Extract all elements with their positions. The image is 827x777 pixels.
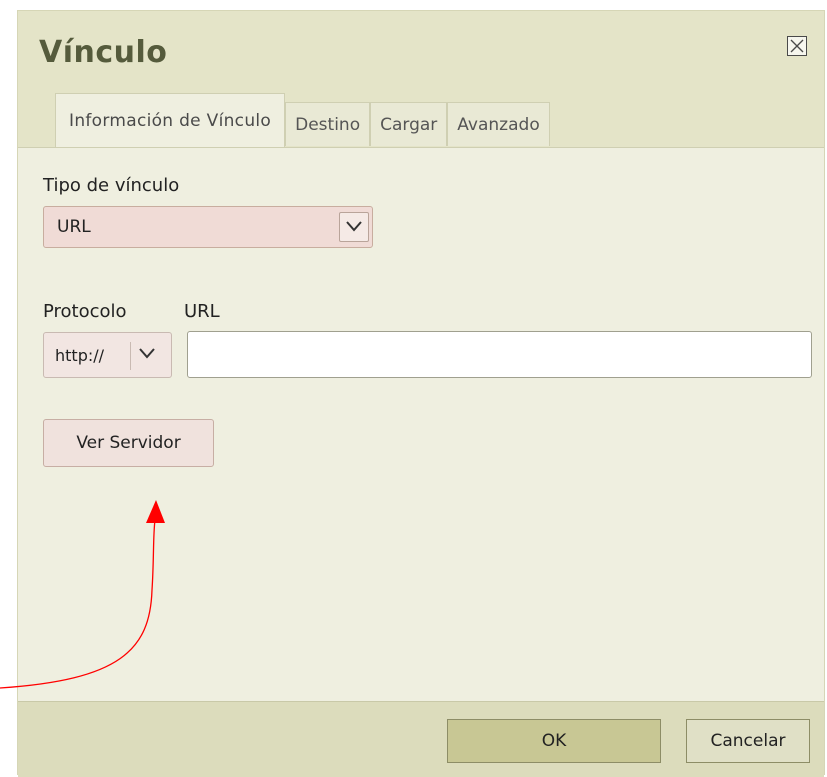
cancel-button[interactable]: Cancelar <box>686 719 810 763</box>
browse-server-button[interactable]: Ver Servidor <box>43 419 214 467</box>
chevron-down-icon <box>139 348 155 359</box>
select-divider <box>130 342 131 370</box>
dialog-tabs: Información de Vínculo Destino Cargar Av… <box>55 93 550 147</box>
tab-target[interactable]: Destino <box>285 102 371 146</box>
link-dialog: Vínculo Información de Vínculo Destino C… <box>17 10 825 777</box>
close-button[interactable] <box>787 36 807 56</box>
ok-button[interactable]: OK <box>447 719 661 763</box>
chevron-down-icon <box>346 221 362 232</box>
protocol-value: http:// <box>55 346 105 365</box>
dialog-footer: OK Cancelar <box>18 701 824 777</box>
link-type-dropdown-button[interactable] <box>339 212 369 242</box>
tab-upload[interactable]: Cargar <box>370 102 448 146</box>
tab-link-info[interactable]: Información de Vínculo <box>55 93 286 147</box>
link-type-value: URL <box>57 217 91 237</box>
close-icon <box>790 39 804 53</box>
link-type-select[interactable]: URL <box>43 206 373 248</box>
tab-advanced[interactable]: Avanzado <box>447 102 550 146</box>
dialog-titlebar: Vínculo Información de Vínculo Destino C… <box>18 11 824 148</box>
url-input[interactable] <box>187 331 812 378</box>
dialog-title: Vínculo <box>39 35 168 70</box>
url-label: URL <box>184 301 220 322</box>
link-type-label: Tipo de vínculo <box>43 175 180 196</box>
protocol-select[interactable]: http:// <box>43 332 172 378</box>
protocol-label: Protocolo <box>43 301 127 322</box>
